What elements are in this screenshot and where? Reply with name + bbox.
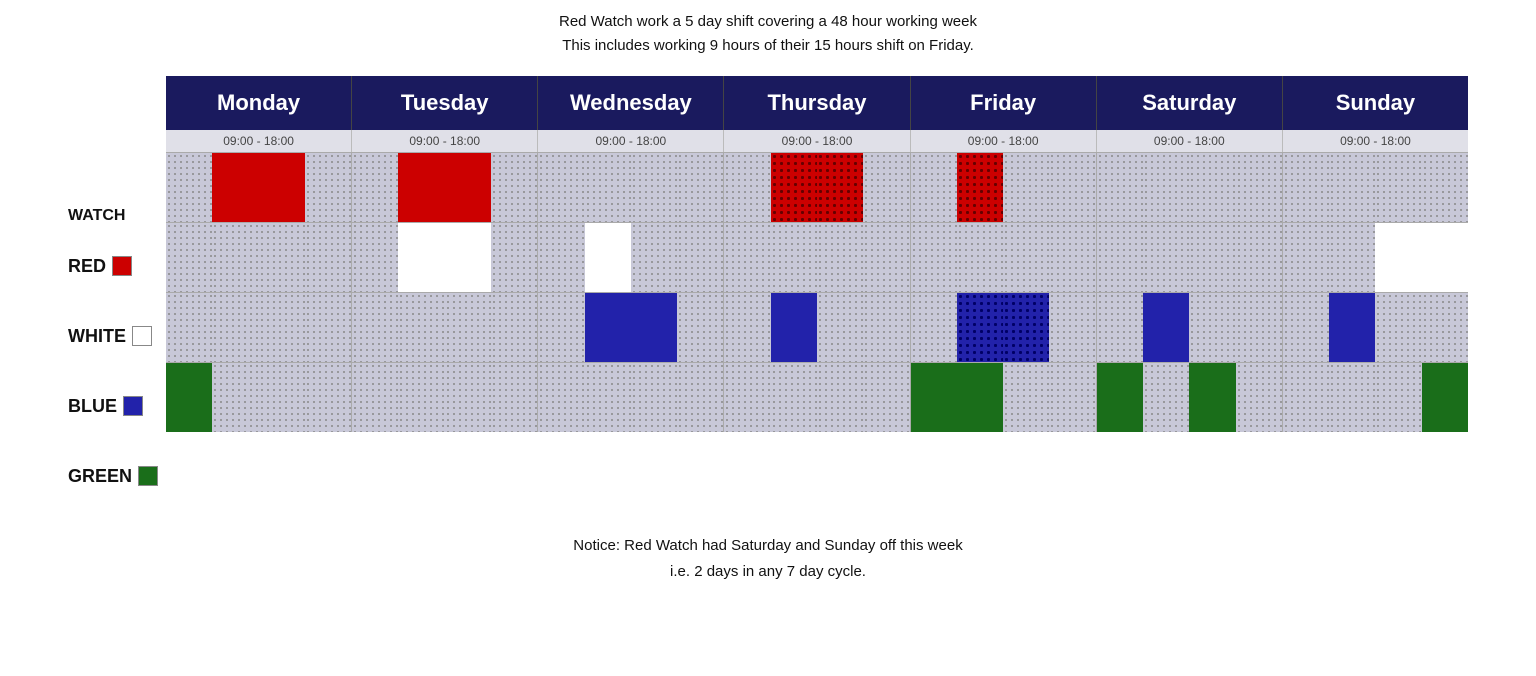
white-swatch bbox=[132, 326, 152, 346]
red-wednesday bbox=[538, 153, 724, 222]
time-tuesday: 09:00 - 18:00 bbox=[352, 130, 538, 152]
header-tuesday: Tuesday bbox=[352, 76, 538, 130]
green-tuesday bbox=[352, 363, 538, 432]
blue-friday bbox=[911, 293, 1097, 362]
watch-labels: WATCH RED WHITE BLUE GREEN bbox=[68, 136, 158, 511]
watch-header-label: WATCH bbox=[68, 136, 158, 231]
watch-label-red: RED bbox=[68, 231, 158, 301]
red-saturday bbox=[1097, 153, 1283, 222]
day-header-row: Monday Tuesday Wednesday Thursday Friday… bbox=[166, 76, 1468, 130]
green-wednesday bbox=[538, 363, 724, 432]
watch-label-green: GREEN bbox=[68, 441, 158, 511]
white-monday bbox=[166, 223, 352, 292]
white-thursday bbox=[724, 223, 910, 292]
blue-tuesday bbox=[352, 293, 538, 362]
green-monday bbox=[166, 363, 352, 432]
blue-saturday bbox=[1097, 293, 1283, 362]
time-friday: 09:00 - 18:00 bbox=[911, 130, 1097, 152]
white-friday bbox=[911, 223, 1097, 292]
header-wednesday: Wednesday bbox=[538, 76, 724, 130]
header-saturday: Saturday bbox=[1097, 76, 1283, 130]
green-saturday bbox=[1097, 363, 1283, 432]
white-tuesday bbox=[352, 223, 538, 292]
green-swatch bbox=[138, 466, 158, 486]
green-thursday bbox=[724, 363, 910, 432]
blue-sunday bbox=[1283, 293, 1468, 362]
header-monday: Monday bbox=[166, 76, 352, 130]
top-note: Red Watch work a 5 day shift covering a … bbox=[559, 10, 977, 58]
header-thursday: Thursday bbox=[724, 76, 910, 130]
red-sunday bbox=[1283, 153, 1468, 222]
red-monday bbox=[166, 153, 352, 222]
time-saturday: 09:00 - 18:00 bbox=[1097, 130, 1283, 152]
blue-wednesday bbox=[538, 293, 724, 362]
red-thursday bbox=[724, 153, 910, 222]
white-saturday bbox=[1097, 223, 1283, 292]
red-swatch bbox=[112, 256, 132, 276]
header-friday: Friday bbox=[911, 76, 1097, 130]
row-white bbox=[166, 222, 1468, 292]
time-wednesday: 09:00 - 18:00 bbox=[538, 130, 724, 152]
time-thursday: 09:00 - 18:00 bbox=[724, 130, 910, 152]
row-green bbox=[166, 362, 1468, 432]
time-sunday: 09:00 - 18:00 bbox=[1283, 130, 1468, 152]
header-sunday: Sunday bbox=[1283, 76, 1468, 130]
green-sunday bbox=[1283, 363, 1468, 432]
white-sunday bbox=[1283, 223, 1468, 292]
time-monday: 09:00 - 18:00 bbox=[166, 130, 352, 152]
red-tuesday bbox=[352, 153, 538, 222]
schedule-grid: Monday Tuesday Wednesday Thursday Friday… bbox=[166, 76, 1468, 432]
blue-swatch bbox=[123, 396, 143, 416]
blue-thursday bbox=[724, 293, 910, 362]
row-blue bbox=[166, 292, 1468, 362]
green-friday bbox=[911, 363, 1097, 432]
time-row: 09:00 - 18:00 09:00 - 18:00 09:00 - 18:0… bbox=[166, 130, 1468, 152]
watch-label-blue: BLUE bbox=[68, 371, 158, 441]
blue-monday bbox=[166, 293, 352, 362]
bottom-note: Notice: Red Watch had Saturday and Sunda… bbox=[573, 533, 962, 584]
watch-label-white: WHITE bbox=[68, 301, 158, 371]
chart-wrapper: WATCH RED WHITE BLUE GREEN Monday Tuesda… bbox=[68, 76, 1468, 511]
white-wednesday bbox=[538, 223, 724, 292]
red-friday bbox=[911, 153, 1097, 222]
row-red bbox=[166, 152, 1468, 222]
